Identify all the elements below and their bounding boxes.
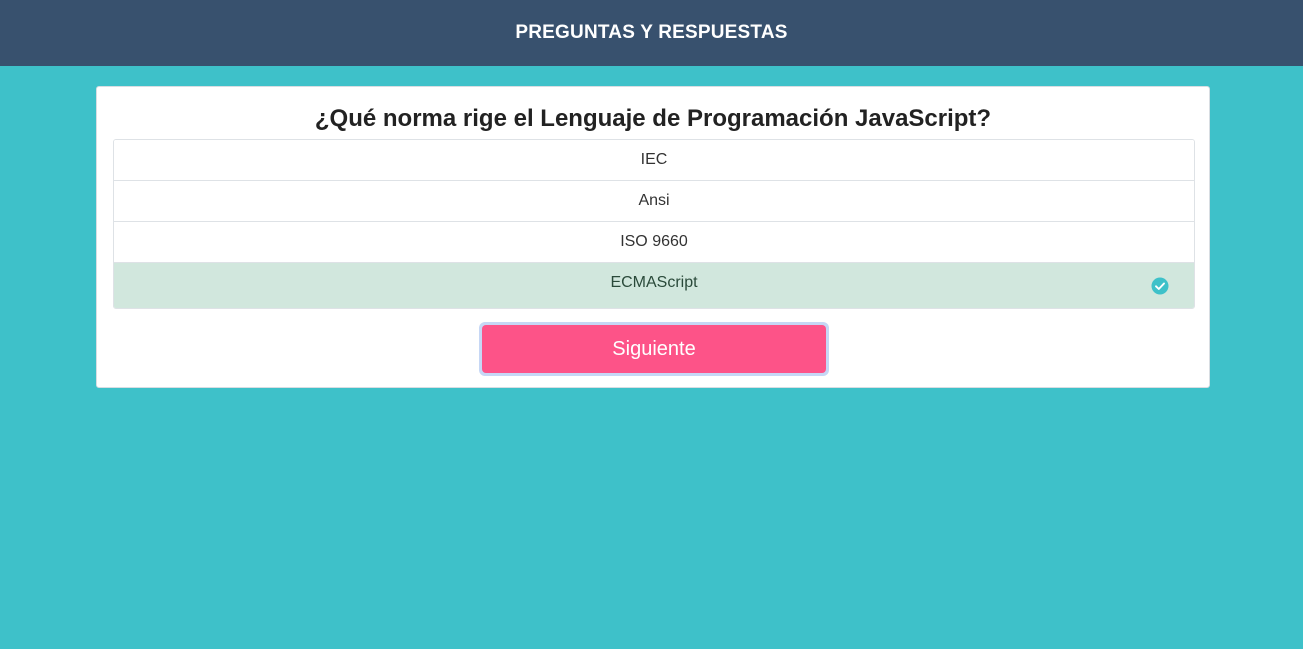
answer-label: IEC xyxy=(640,151,668,168)
answer-label: ISO 9660 xyxy=(620,233,688,250)
answer-option[interactable]: ISO 9660 xyxy=(114,222,1194,263)
question-text: ¿Qué norma rige el Lenguaje de Programac… xyxy=(314,105,992,132)
next-button[interactable]: Siguiente xyxy=(482,325,826,373)
answer-label: Ansi xyxy=(638,192,670,209)
app-title: PREGUNTAS Y RESPUESTAS xyxy=(515,22,788,43)
question-card: ¿Qué norma rige el Lenguaje de Programac… xyxy=(96,86,1210,388)
answer-option-correct[interactable]: ECMAScript xyxy=(114,263,1194,308)
app-header: PREGUNTAS Y RESPUESTAS xyxy=(0,0,1303,66)
answer-option[interactable]: IEC xyxy=(114,140,1194,181)
next-button-focus-ring: Siguiente xyxy=(479,322,829,376)
answer-label: ECMAScript xyxy=(610,274,698,291)
answer-list: IEC Ansi ISO 9660 ECMAScript xyxy=(113,139,1195,309)
check-circle-icon xyxy=(1151,277,1169,295)
answer-option[interactable]: Ansi xyxy=(114,181,1194,222)
